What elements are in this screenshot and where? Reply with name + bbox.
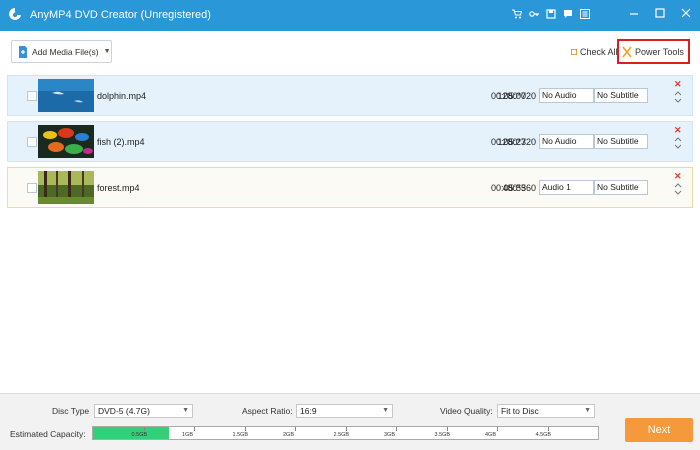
chat-icon[interactable] bbox=[563, 9, 573, 19]
file-row[interactable]: forest.mp4 480*360 00:05:55 Audio 1 No S… bbox=[7, 167, 693, 208]
capacity-tick-mark bbox=[446, 427, 448, 431]
capacity-tick-label: 2GB bbox=[283, 432, 295, 438]
next-button[interactable]: Next bbox=[625, 418, 693, 442]
capacity-tick-mark bbox=[143, 427, 145, 431]
row-checkbox[interactable] bbox=[27, 91, 37, 101]
disc-type-select[interactable]: DVD-5 (4.7G) ▼ bbox=[94, 404, 193, 418]
capacity-tick-mark bbox=[244, 427, 246, 431]
check-all-checkbox[interactable] bbox=[571, 49, 577, 55]
window-controls bbox=[628, 6, 692, 20]
reorder-icon[interactable] bbox=[674, 136, 682, 150]
subtitle-select[interactable]: No Subtitle bbox=[594, 134, 648, 149]
capacity-tick-mark bbox=[547, 427, 549, 431]
file-name: forest.mp4 bbox=[97, 183, 140, 193]
capacity-tick-label: 1GB bbox=[182, 432, 194, 438]
capacity-tick-label: 2.5GB bbox=[333, 432, 350, 438]
app-title: AnyMP4 DVD Creator (Unregistered) bbox=[30, 9, 211, 21]
file-duration: 00:05:23 bbox=[491, 137, 527, 147]
add-file-icon bbox=[19, 45, 27, 58]
bottom-panel bbox=[0, 393, 700, 450]
title-bar: AnyMP4 DVD Creator (Unregistered) bbox=[0, 0, 700, 31]
capacity-tick-mark bbox=[345, 427, 347, 431]
toolbar: Add Media File(s) ▼ Check All Power Tool… bbox=[0, 31, 700, 71]
audio-select[interactable]: No Audio bbox=[539, 134, 594, 149]
capacity-tick-label: 4GB bbox=[485, 432, 497, 438]
chevron-down-icon: ▼ bbox=[382, 407, 389, 414]
app-logo-icon bbox=[9, 8, 21, 20]
aspect-ratio-label: Aspect Ratio: bbox=[242, 406, 293, 416]
minimize-icon[interactable] bbox=[628, 6, 640, 20]
disc-type-label: Disc Type bbox=[52, 406, 90, 416]
subtitle-select[interactable]: No Subtitle bbox=[594, 88, 648, 103]
add-media-label: Add Media File(s) bbox=[32, 46, 99, 57]
tools-icon bbox=[622, 46, 632, 57]
capacity-tick-mark bbox=[295, 427, 296, 431]
file-row[interactable]: dolphin.mp4 1280*720 00:05:00 No Audio N… bbox=[7, 75, 693, 116]
chevron-down-icon: ▼ bbox=[182, 407, 189, 414]
reorder-icon[interactable] bbox=[674, 182, 682, 196]
capacity-tick-mark bbox=[194, 427, 195, 431]
chevron-down-icon: ▼ bbox=[584, 407, 591, 414]
video-quality-label: Video Quality: bbox=[440, 406, 493, 416]
maximize-icon[interactable] bbox=[654, 6, 666, 20]
delete-icon[interactable]: ✕ bbox=[674, 171, 682, 182]
video-quality-select[interactable]: Fit to Disc ▼ bbox=[497, 404, 595, 418]
row-checkbox[interactable] bbox=[27, 137, 37, 147]
video-thumbnail bbox=[38, 171, 94, 204]
menu-icon[interactable] bbox=[580, 9, 590, 19]
power-tools-button[interactable]: Power Tools bbox=[617, 39, 690, 64]
key-icon[interactable] bbox=[529, 9, 539, 19]
titlebar-icons bbox=[512, 9, 590, 19]
capacity-tick-label: 4.5GB bbox=[535, 432, 552, 438]
capacity-tick-mark bbox=[497, 427, 498, 431]
video-thumbnail bbox=[38, 79, 94, 112]
audio-select[interactable]: No Audio bbox=[539, 88, 594, 103]
capacity-tick-mark bbox=[396, 427, 397, 431]
delete-icon[interactable]: ✕ bbox=[674, 125, 682, 136]
capacity-tick-label: 0.5GB bbox=[131, 432, 148, 438]
capacity-label: Estimated Capacity: bbox=[10, 429, 86, 439]
check-all-label: Check All bbox=[580, 47, 618, 57]
file-name: fish (2).mp4 bbox=[97, 137, 145, 147]
file-row[interactable]: fish (2).mp4 1280*720 00:05:23 No Audio … bbox=[7, 121, 693, 162]
disc-type-value: DVD-5 (4.7G) bbox=[98, 406, 150, 416]
file-duration: 00:05:00 bbox=[491, 91, 527, 101]
video-quality-value: Fit to Disc bbox=[501, 406, 539, 416]
chevron-down-icon[interactable]: ▼ bbox=[104, 48, 111, 55]
close-icon[interactable] bbox=[680, 6, 692, 20]
check-all[interactable]: Check All bbox=[571, 47, 618, 57]
capacity-tick-label: 3.5GB bbox=[434, 432, 451, 438]
save-icon[interactable] bbox=[546, 9, 556, 19]
delete-icon[interactable]: ✕ bbox=[674, 79, 682, 90]
subtitle-select[interactable]: No Subtitle bbox=[594, 180, 648, 195]
audio-select[interactable]: Audio 1 bbox=[539, 180, 594, 195]
reorder-icon[interactable] bbox=[674, 90, 682, 104]
file-duration: 00:05:55 bbox=[491, 183, 527, 193]
cart-icon[interactable] bbox=[512, 9, 522, 19]
capacity-bar: 0.5GB 1GB 1.5GB 2GB 2.5GB 3GB 3.5GB 4GB 4.5GB bbox=[92, 426, 599, 440]
power-tools-label: Power Tools bbox=[635, 46, 684, 57]
aspect-ratio-value: 16:9 bbox=[300, 406, 317, 416]
row-checkbox[interactable] bbox=[27, 183, 37, 193]
add-media-button[interactable]: Add Media File(s) ▼ bbox=[11, 40, 112, 63]
file-name: dolphin.mp4 bbox=[97, 91, 147, 101]
aspect-ratio-select[interactable]: 16:9 ▼ bbox=[296, 404, 393, 418]
capacity-tick-label: 3GB bbox=[384, 432, 396, 438]
file-list: dolphin.mp4 1280*720 00:05:00 No Audio N… bbox=[7, 75, 693, 213]
video-thumbnail bbox=[38, 125, 94, 158]
capacity-tick-label: 1.5GB bbox=[232, 432, 249, 438]
